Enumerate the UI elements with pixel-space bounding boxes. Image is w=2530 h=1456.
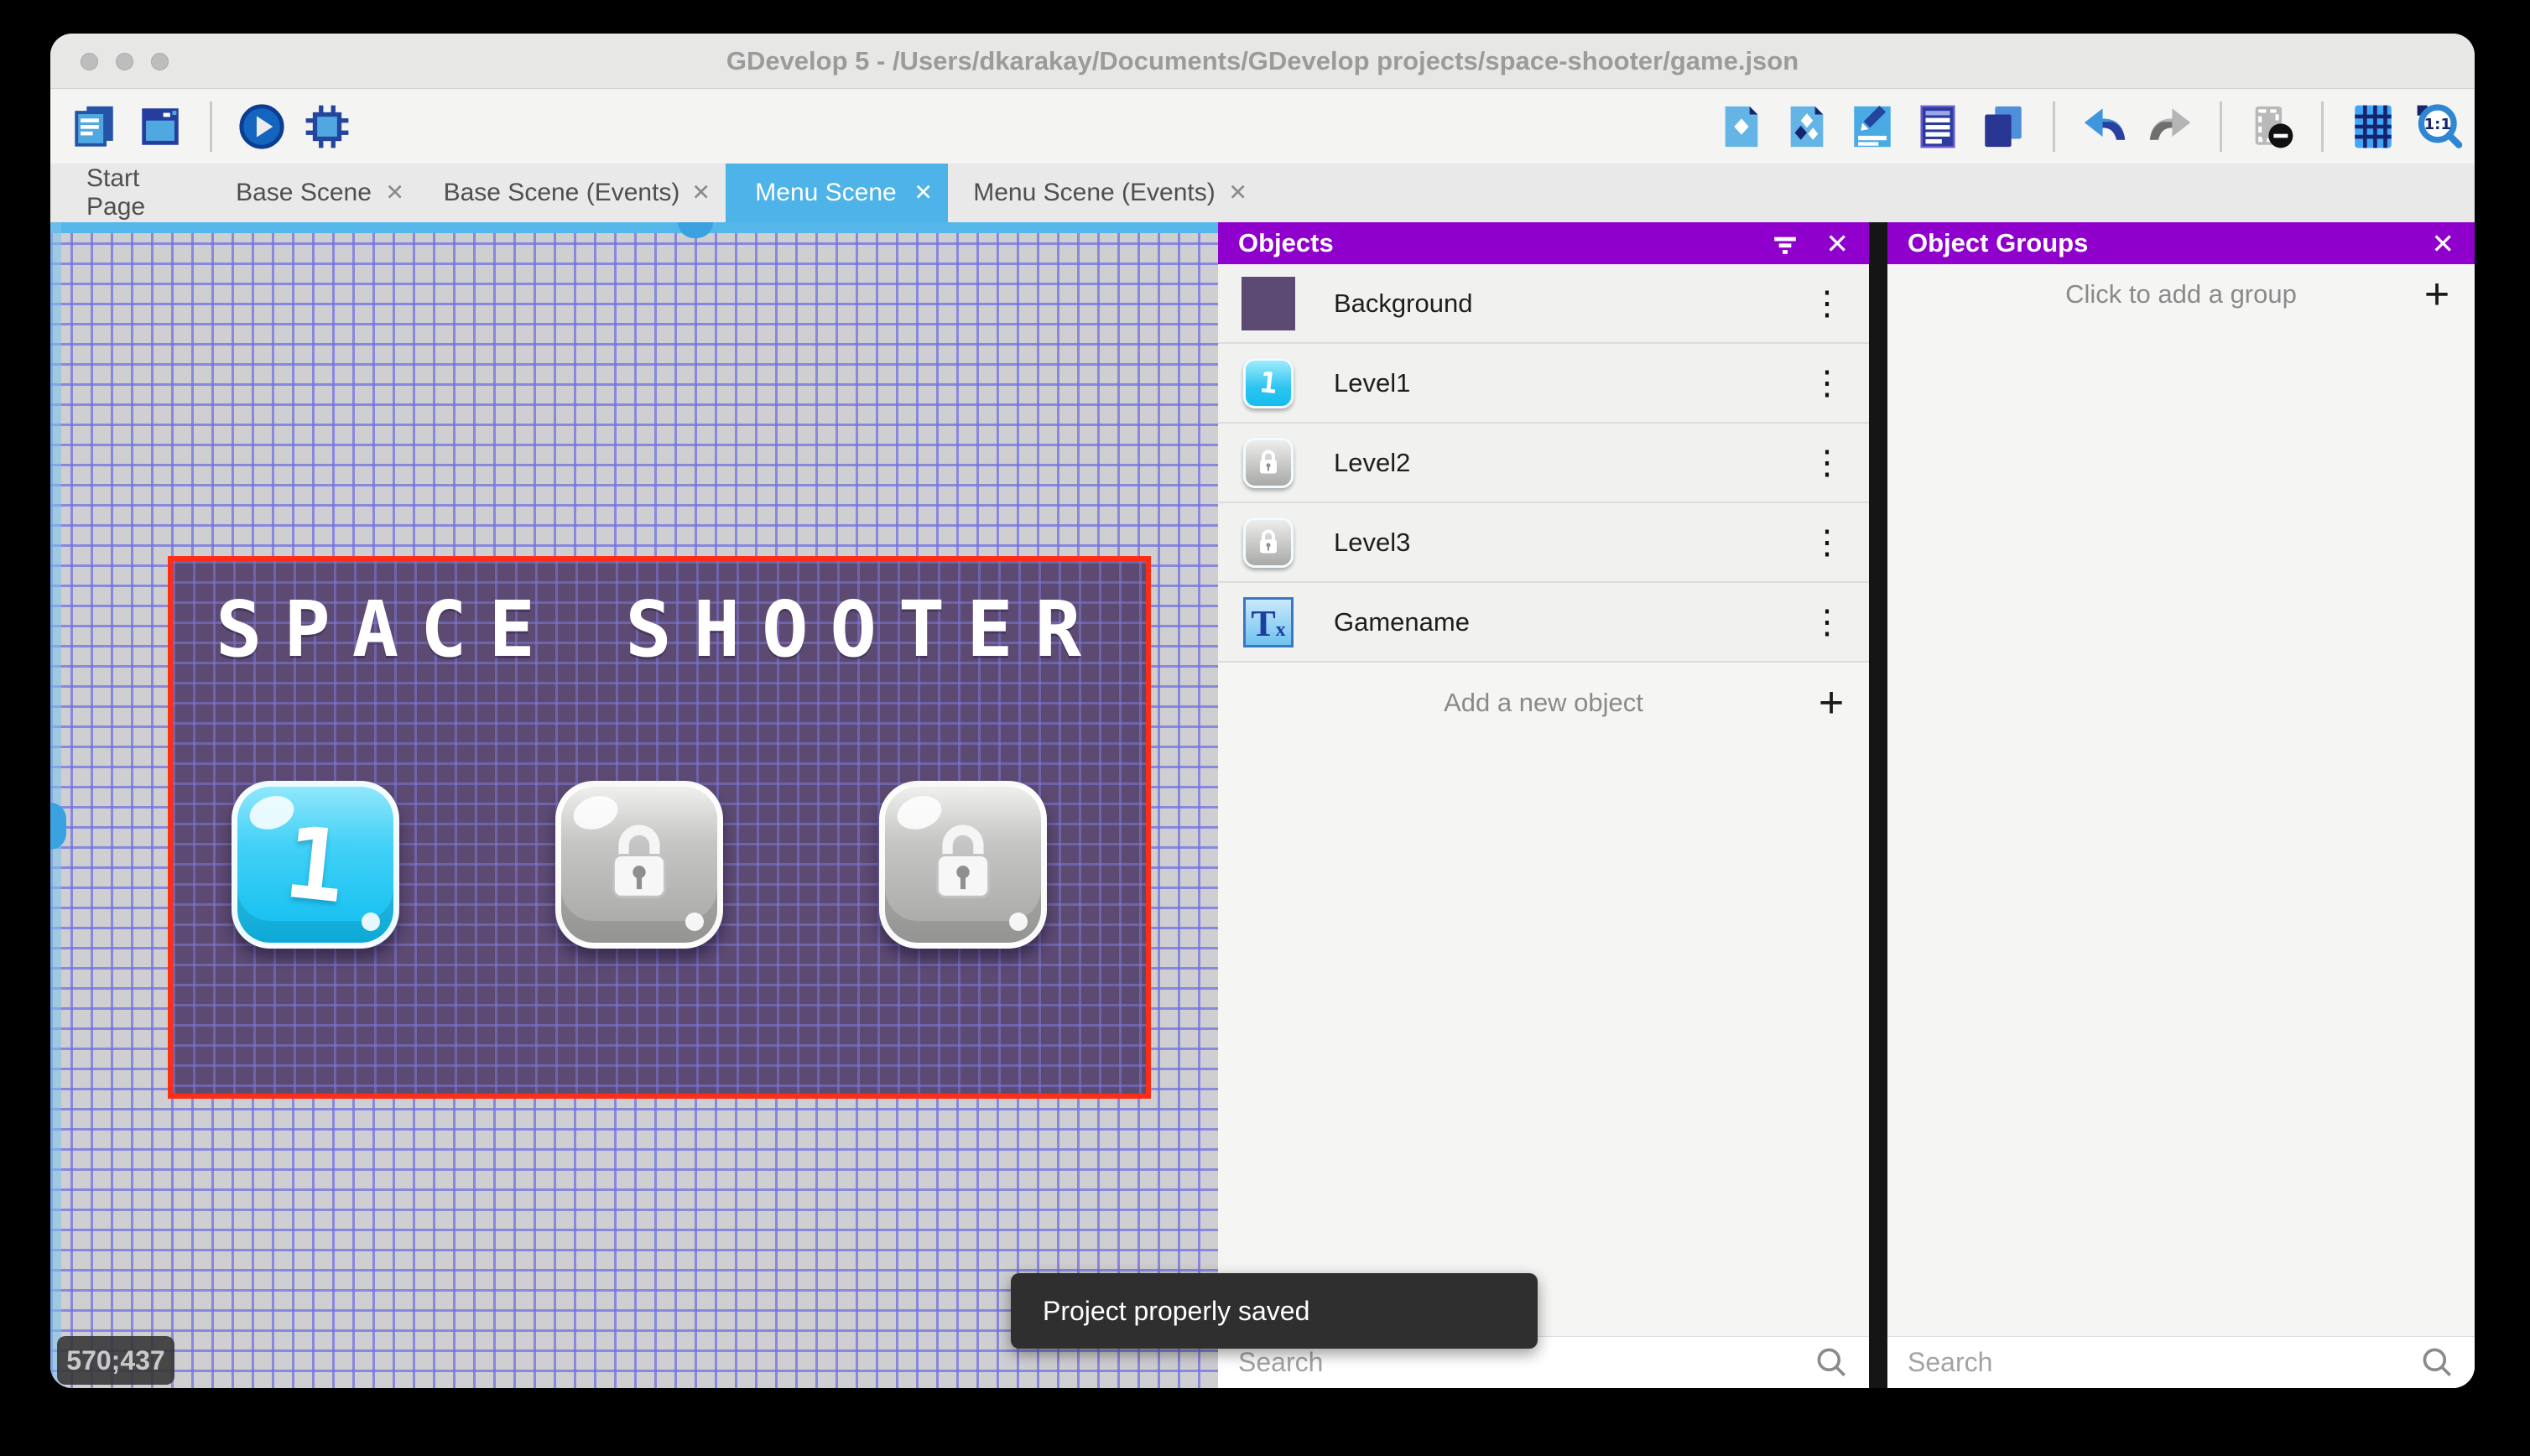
level1-thumbnail: 1 (1243, 357, 1294, 408)
plus-icon: + (1818, 678, 1845, 727)
level1-button-instance[interactable]: 1 (232, 781, 399, 949)
lock-icon (935, 824, 991, 898)
toolbar-separator (2220, 101, 2222, 152)
layers-icon[interactable] (1979, 102, 2028, 151)
grid-icon[interactable] (2349, 102, 2397, 151)
close-panel-icon[interactable]: ✕ (2431, 230, 2455, 257)
toolbar-left-group (70, 101, 351, 152)
vertical-scrollbar[interactable] (50, 222, 66, 1388)
tab-close-icon[interactable]: ✕ (691, 180, 711, 206)
toolbar-separator (210, 101, 212, 152)
toast-message: Project properly saved (1043, 1295, 1310, 1326)
gdevelop-window: GDevelop 5 - /Users/dkarakay/Documents/G… (50, 34, 2475, 1388)
preview-play-icon[interactable] (237, 102, 286, 151)
object-menu-icon[interactable]: ⋮ (1810, 284, 1844, 323)
scene-title-instance[interactable]: SPACE SHOOTER (173, 585, 1146, 674)
lock-icon (612, 824, 667, 898)
object-menu-icon[interactable]: ⋮ (1810, 364, 1844, 403)
toolbar-separator (2053, 101, 2055, 152)
object-row-level1[interactable]: 1 Level1 ⋮ (1218, 344, 1869, 424)
object-row-level2[interactable]: Level2 ⋮ (1218, 424, 1869, 503)
tab-menu-scene[interactable]: Menu Scene ✕ (726, 164, 948, 222)
objects-panel-header: Objects ✕ (1218, 222, 1869, 264)
toolbar: 1:1 (50, 89, 2475, 164)
undo-icon[interactable] (2080, 102, 2129, 151)
objects-panel-title: Objects (1238, 228, 1334, 257)
level2-locked-button-instance[interactable] (555, 781, 723, 949)
object-groups-panel: Object Groups ✕ Click to add a group + (1887, 222, 2475, 1388)
horizontal-scrollbar[interactable] (50, 222, 1218, 238)
project-manager-icon[interactable] (70, 102, 119, 151)
zoom-original-icon[interactable]: 1:1 (2414, 102, 2463, 151)
object-menu-icon[interactable]: ⋮ (1810, 603, 1844, 642)
close-panel-icon[interactable]: ✕ (1825, 230, 1849, 257)
tab-base-scene-events[interactable]: Base Scene (Events) ✕ (419, 164, 726, 222)
svg-text:1:1: 1:1 (2424, 116, 2451, 133)
tab-base-scene[interactable]: Base Scene ✕ (210, 164, 419, 222)
cursor-coordinates-badge: 570;437 (57, 1336, 174, 1385)
instances-list-icon[interactable] (1913, 102, 1962, 151)
locked-thumbnail (1243, 437, 1294, 488)
groups-search-bar (1887, 1336, 2475, 1388)
object-menu-icon[interactable]: ⋮ (1810, 523, 1844, 562)
window-title: GDevelop 5 - /Users/dkarakay/Documents/G… (726, 46, 1799, 75)
locked-thumbnail (1243, 517, 1294, 568)
toolbar-separator (2321, 101, 2324, 152)
object-row-level3[interactable]: Level3 ⋮ (1218, 503, 1869, 583)
object-row-gamename[interactable]: Tx Gamename ⋮ (1218, 583, 1869, 663)
scene-window-icon[interactable] (136, 102, 185, 151)
object-row-background[interactable]: Background ⋮ (1218, 264, 1869, 344)
panel-separator (1869, 222, 1887, 1388)
objects-editor-icon[interactable] (1717, 102, 1766, 151)
add-new-object-button[interactable]: Add a new object + (1218, 663, 1869, 742)
debug-icon[interactable] (303, 102, 351, 151)
filter-icon[interactable] (1767, 225, 1804, 262)
object-groups-panel-title: Object Groups (1908, 228, 2089, 257)
title-bar: GDevelop 5 - /Users/dkarakay/Documents/G… (50, 34, 2475, 89)
object-groups-editor-icon[interactable] (1783, 102, 1831, 151)
search-icon (1817, 1348, 1845, 1376)
scene-window-rect[interactable]: SPACE SHOOTER 1 (168, 556, 1151, 1099)
editor-content: SPACE SHOOTER 1 570;437 Objects ✕ Backgr… (50, 222, 2475, 1388)
tab-close-icon[interactable]: ✕ (1228, 180, 1247, 206)
groups-search-input[interactable] (1887, 1347, 2419, 1378)
tab-menu-scene-events[interactable]: Menu Scene (Events) ✕ (948, 164, 1262, 222)
plus-icon: + (2423, 270, 2450, 319)
window-mask-icon[interactable] (2247, 102, 2296, 151)
properties-icon[interactable] (1848, 102, 1897, 151)
objects-search-input[interactable] (1218, 1347, 1814, 1378)
tab-start-page[interactable]: Start Page (63, 164, 210, 222)
tab-close-icon[interactable]: ✕ (385, 180, 404, 206)
objects-panel: Objects ✕ Background ⋮ 1 Level1 ⋮ Level2… (1218, 222, 1869, 1388)
vertical-scrollbar-handle[interactable] (50, 803, 66, 850)
tab-close-icon[interactable]: ✕ (914, 180, 933, 206)
object-menu-icon[interactable]: ⋮ (1810, 444, 1844, 482)
horizontal-scrollbar-handle[interactable] (678, 222, 713, 238)
add-group-button[interactable]: Click to add a group + (1887, 264, 2475, 325)
background-thumbnail (1242, 276, 1295, 330)
tab-bar: Start Page Base Scene ✕ Base Scene (Even… (50, 164, 2475, 222)
toolbar-right-group: 1:1 (1717, 101, 2463, 152)
search-icon (2423, 1348, 2451, 1376)
redo-icon[interactable] (2146, 102, 2194, 151)
scene-canvas[interactable]: SPACE SHOOTER 1 570;437 (50, 222, 1218, 1388)
text-object-thumbnail: Tx (1243, 596, 1294, 647)
save-toast: Project properly saved (1011, 1273, 1538, 1349)
object-groups-panel-header: Object Groups ✕ (1887, 222, 2475, 264)
level3-locked-button-instance[interactable] (879, 781, 1047, 949)
